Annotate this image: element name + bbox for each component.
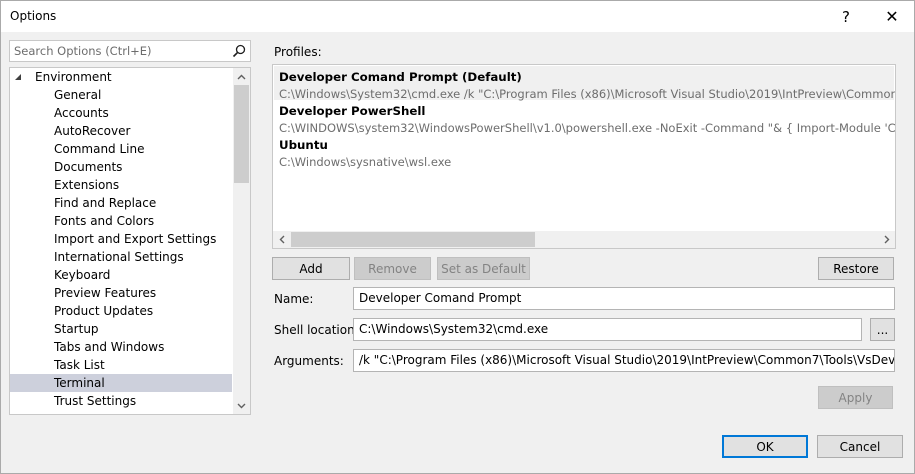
profile-command: C:\Windows\sysnative\wsl.exe <box>279 155 452 169</box>
set-as-default-button[interactable]: Set as Default <box>437 257 530 280</box>
scroll-right-button[interactable] <box>878 231 895 248</box>
profiles-hscrollbar[interactable] <box>273 231 895 248</box>
tree-item-terminal[interactable]: Terminal <box>10 374 232 392</box>
remove-button-label: Remove <box>368 261 417 276</box>
title-bar: Options ? ✕ <box>1 1 914 32</box>
tree-item-label: Import and Export Settings <box>54 232 217 246</box>
cancel-button[interactable]: Cancel <box>817 435 903 458</box>
shell-location-field[interactable]: C:\Windows\System32\cmd.exe <box>353 318 862 341</box>
name-label: Name: <box>274 292 314 306</box>
tree-item-command-line[interactable]: Command Line <box>10 140 232 158</box>
tree-item-label: Find and Replace <box>54 196 157 210</box>
add-button[interactable]: Add <box>272 257 350 280</box>
tree-item-find-and-replace[interactable]: Find and Replace <box>10 194 232 212</box>
ok-button-label: OK <box>756 439 774 454</box>
tree-item-label: Product Updates <box>54 304 154 318</box>
restore-button-label: Restore <box>833 261 879 276</box>
tree-item-general[interactable]: General <box>10 86 232 104</box>
tree-item-label: Extensions <box>54 178 120 192</box>
profile-name: Developer PowerShell <box>279 104 426 118</box>
window-title: Options <box>10 9 57 23</box>
profiles-label: Profiles: <box>274 45 322 59</box>
profile-item[interactable]: Ubuntu C:\Windows\sysnative\wsl.exe <box>279 137 451 170</box>
profile-item[interactable]: Developer Comand Prompt (Default) C:\Win… <box>279 69 895 102</box>
profile-command: C:\Windows\System32\cmd.exe /k "C:\Progr… <box>279 87 895 101</box>
scroll-left-button[interactable] <box>273 231 290 248</box>
remove-button[interactable]: Remove <box>354 257 431 280</box>
tree-item-product-updates[interactable]: Product Updates <box>10 302 232 320</box>
profiles-list[interactable]: Developer Comand Prompt (Default) C:\Win… <box>272 64 896 249</box>
tree-node-label: Environment <box>35 70 112 84</box>
tree-item-extensions[interactable]: Extensions <box>10 176 232 194</box>
browse-button[interactable]: ... <box>870 318 895 341</box>
tree-item-label: Preview Features <box>54 286 157 300</box>
scroll-up-button[interactable] <box>233 68 250 85</box>
profile-name: Developer Comand Prompt (Default) <box>279 70 522 84</box>
tree-item-international-settings[interactable]: International Settings <box>10 248 232 266</box>
tree-item-label: Startup <box>54 322 99 336</box>
close-icon: ✕ <box>885 7 899 26</box>
search-options-input[interactable]: Search Options (Ctrl+E) <box>9 40 251 62</box>
profile-command: C:\WINDOWS\system32\WindowsPowerShell\v1… <box>279 121 896 135</box>
tree-item-label: Command Line <box>54 142 145 156</box>
tree-item-label: Fonts and Colors <box>54 214 155 228</box>
profile-item[interactable]: Developer PowerShell C:\WINDOWS\system32… <box>279 103 896 136</box>
shell-location-label: Shell location: <box>274 323 359 337</box>
tree-item-accounts[interactable]: Accounts <box>10 104 232 122</box>
search-placeholder: Search Options (Ctrl+E) <box>14 44 152 58</box>
arguments-field[interactable]: /k "C:\Program Files (x86)\Microsoft Vis… <box>353 349 895 372</box>
close-button[interactable]: ✕ <box>869 1 915 32</box>
tree-item-task-list[interactable]: Task List <box>10 356 232 374</box>
tree-item-startup[interactable]: Startup <box>10 320 232 338</box>
chevron-up-icon <box>237 74 246 79</box>
options-tree[interactable]: Environment General Accounts AutoRecover Com… <box>9 67 251 415</box>
tree-item-label: Trust Settings <box>54 394 137 408</box>
help-icon: ? <box>842 7 850 26</box>
set-as-default-label: Set as Default <box>441 261 526 276</box>
restore-button[interactable]: Restore <box>818 257 894 280</box>
apply-button[interactable]: Apply <box>818 386 893 409</box>
search-icon[interactable] <box>231 43 247 59</box>
arguments-label: Arguments: <box>274 354 344 368</box>
tree-item-label: Terminal <box>54 376 105 390</box>
tree-item-preview-features[interactable]: Preview Features <box>10 284 232 302</box>
scroll-thumb[interactable] <box>234 85 249 183</box>
tree-item-fonts-and-colors[interactable]: Fonts and Colors <box>10 212 232 230</box>
tree-item-label: Documents <box>54 160 123 174</box>
options-dialog: Options ? ✕ Search Options (Ctrl+E) Envi… <box>0 0 915 474</box>
tree-item-keyboard[interactable]: Keyboard <box>10 266 232 284</box>
tree-node-environment[interactable]: Environment <box>10 68 232 86</box>
expand-arrow-icon[interactable] <box>14 73 22 81</box>
scroll-down-button[interactable] <box>233 397 250 414</box>
hscroll-thumb[interactable] <box>291 232 535 247</box>
ok-button[interactable]: OK <box>722 435 808 458</box>
tree-item-label: Keyboard <box>54 268 111 282</box>
tree-item-label: General <box>54 88 102 102</box>
tree-item-label: Tabs and Windows <box>54 340 165 354</box>
name-field[interactable]: Developer Comand Prompt <box>353 287 895 310</box>
profile-name: Ubuntu <box>279 138 328 152</box>
apply-button-label: Apply <box>838 390 873 405</box>
tree-item-autorecover[interactable]: AutoRecover <box>10 122 232 140</box>
chevron-down-icon <box>237 403 246 408</box>
cancel-button-label: Cancel <box>839 439 881 454</box>
tree-item-label: Accounts <box>54 106 109 120</box>
add-button-label: Add <box>299 261 323 276</box>
chevron-right-icon <box>884 235 889 244</box>
tree-item-tabs-and-windows[interactable]: Tabs and Windows <box>10 338 232 356</box>
browse-button-label: ... <box>876 322 889 337</box>
tree-item-label: AutoRecover <box>54 124 131 138</box>
tree-item-label: Task List <box>54 358 105 372</box>
tree-item-import-and-export-settings[interactable]: Import and Export Settings <box>10 230 232 248</box>
tree-item-documents[interactable]: Documents <box>10 158 232 176</box>
tree-item-trust-settings[interactable]: Trust Settings <box>10 392 232 410</box>
help-button[interactable]: ? <box>823 1 869 32</box>
tree-scrollbar[interactable] <box>233 68 250 414</box>
chevron-left-icon <box>279 235 284 244</box>
tree-item-label: International Settings <box>54 250 184 264</box>
